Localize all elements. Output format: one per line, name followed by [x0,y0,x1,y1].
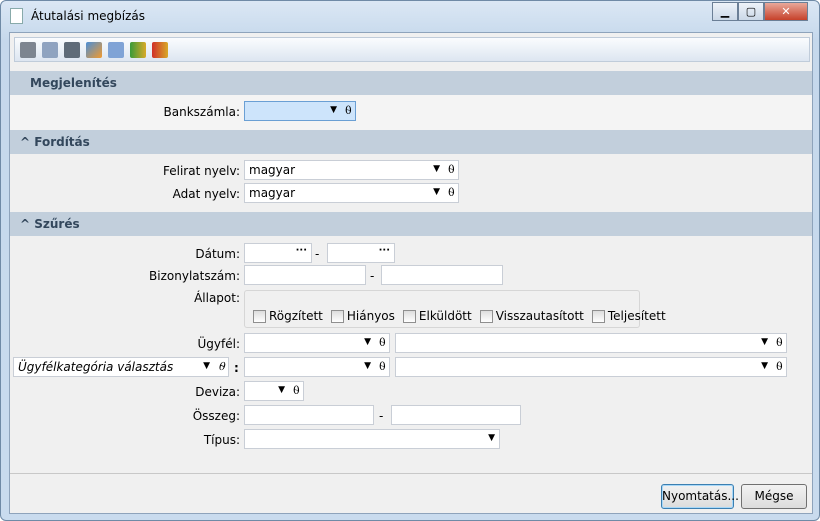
deviza-select[interactable]: ▼ ⍬ [244,381,304,401]
checkbox-label: Visszautasított [495,309,584,323]
felirat-select[interactable]: magyar ▼ ⍬ [244,160,459,180]
paperclip-icon: ⍬ [292,383,300,397]
paperclip-icon: ⍬ [775,335,783,349]
coins-out-icon[interactable] [152,42,168,58]
checkbox-visszautasitott[interactable]: Visszautasított [479,305,584,327]
ugyfelkategoria-select[interactable]: Ügyfélkategória választás ▼ ⍬ [13,357,229,377]
osszeg-from[interactable] [244,405,374,425]
datum-label: Dátum: [195,247,240,261]
section-translation-label: Fordítás [34,135,90,149]
chevron-down-icon: ▼ [761,361,768,371]
chevron-down-icon: ▼ [433,164,440,174]
felirat-value: magyar [249,163,296,177]
ugyfel-select[interactable]: ▼ ⍬ [244,333,390,353]
paperclip-icon: ⍬ [217,359,225,373]
checkbox-label: Elküldött [418,309,472,323]
paperclip-icon: ⍬ [447,185,455,199]
document-icon [10,8,23,24]
bankszamla-select[interactable]: ▼ ⍬ [244,101,356,121]
section-filter[interactable]: ^ Szűrés [10,212,812,236]
checkbox-hianyos[interactable]: Hiányos [330,305,395,327]
paperclip-icon: ⍬ [378,359,386,373]
close-button[interactable]: ✕ [764,2,808,21]
toolbar [14,37,810,62]
chevron-down-icon: ▼ [433,187,440,197]
adat-select[interactable]: magyar ▼ ⍬ [244,183,459,203]
printer-icon[interactable] [20,42,36,58]
chevron-down-icon: ▼ [278,385,285,395]
paperclip-icon: ⍬ [447,162,455,176]
osszeg-to[interactable] [391,405,521,425]
chevron-down-icon: ▼ [330,105,337,115]
coins-in-icon[interactable] [130,42,146,58]
osszeg-label: Összeg: [192,409,240,423]
allapot-label: Állapot: [194,291,240,305]
deviza-label: Deviza: [195,385,240,399]
bizonylat-sep: - [370,269,375,283]
section-display: Megjelenítés [10,71,812,95]
paperclip-icon: ⍬ [344,103,352,117]
paperclip-icon: ⍬ [775,359,783,373]
adat-value: magyar [249,186,296,200]
checkbox-label: Teljesített [607,309,666,323]
window: Átutalási megbízás ▁ ▢ ✕ Megjelenítés Ba… [0,0,820,521]
checkbox-label: Hiányos [346,309,395,323]
tipus-select[interactable]: ▼ [244,429,500,449]
ellipsis-icon[interactable]: ··· [379,245,390,256]
bizonylat-label: Bizonylatszám: [149,269,240,283]
maximize-button[interactable]: ▢ [738,2,764,21]
ugyfel-name-select[interactable]: ▼ ⍬ [395,333,787,353]
checkbox-elkuldott[interactable]: Elküldött [402,305,472,327]
bizonylat-from[interactable] [244,265,366,285]
chevron-down-icon: ▼ [488,433,495,443]
bizonylat-to[interactable] [381,265,503,285]
edit-icon[interactable] [86,42,102,58]
settings-pages-icon[interactable] [64,42,80,58]
adat-label: Adat nyelv: [172,187,240,201]
chevron-down-icon: ▼ [203,361,210,371]
chevron-down-icon: ▼ [364,337,371,347]
chevron-down-icon: ▼ [364,361,371,371]
checkbox-label: Rögzített [269,309,323,323]
felirat-label: Felirat nyelv: [162,164,240,178]
kategoria-code-select[interactable]: ▼ ⍬ [244,357,390,377]
calculator-icon[interactable] [108,42,124,58]
osszeg-sep: - [379,409,384,423]
footer-divider [10,473,812,474]
section-filter-label: Szűrés [34,217,80,231]
print-button[interactable]: Nyomtatás... [661,484,739,509]
checkbox-rogzitett[interactable]: Rögzített [253,305,323,327]
chevron-down-icon: ▼ [761,337,768,347]
datum-sep: - [315,247,320,261]
kategoria-name-select[interactable]: ▼ ⍬ [395,357,787,377]
tipus-label: Típus: [203,433,240,447]
datum-to[interactable]: ··· [327,243,395,263]
ugyfel-label: Ügyfél: [197,337,241,351]
minimize-button[interactable]: ▁ [712,2,738,21]
datum-from[interactable]: ··· [244,243,312,263]
settings-doc-icon[interactable] [42,42,58,58]
section-translation[interactable]: ^ Fordítás [10,130,812,154]
checkbox-teljesitett[interactable]: Teljesített [591,305,666,327]
ugyfelkategoria-value: Ügyfélkategória választás [18,360,174,374]
client-area: Megjelenítés Bankszámla: ▼ ⍬ ^ Fordítás F… [9,32,813,514]
allapot-group: Rögzített Hiányos Elküldött Visszautasít… [244,290,666,328]
ellipsis-icon[interactable]: ··· [296,245,307,256]
window-title: Átutalási megbízás [31,9,145,23]
bankszamla-label: Bankszámla: [163,105,240,119]
paperclip-icon: ⍬ [378,335,386,349]
kategoria-sep: : [234,361,239,375]
cancel-button[interactable]: Mégse [741,484,807,509]
